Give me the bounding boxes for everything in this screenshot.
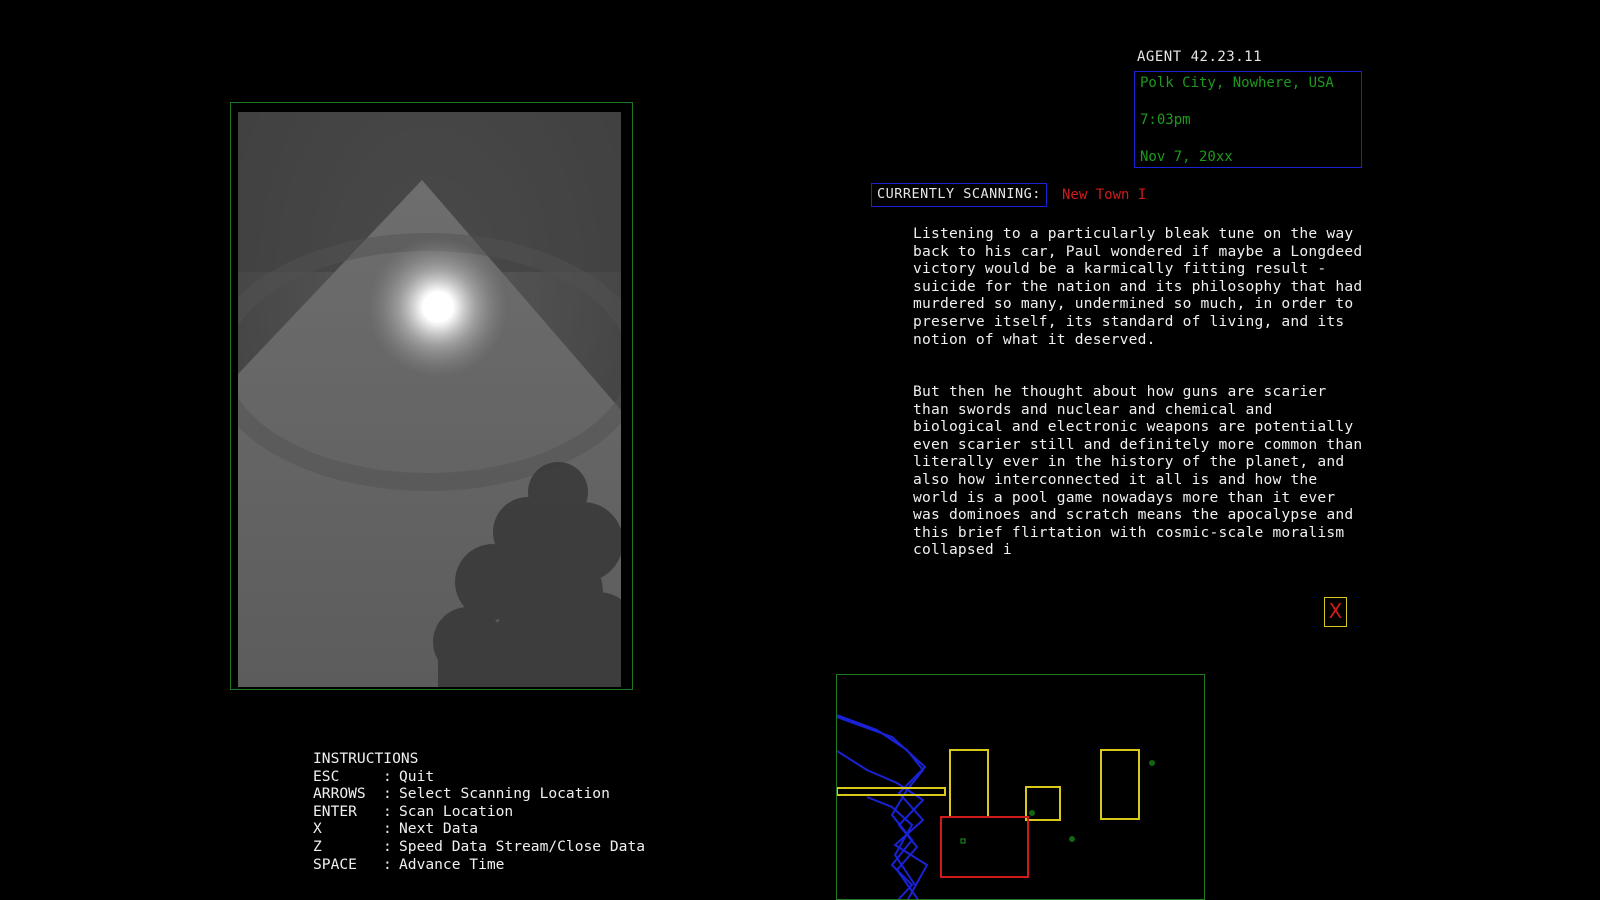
currently-scanning-label: CURRENTLY SCANNING: xyxy=(871,183,1047,207)
route-lines xyxy=(837,714,929,899)
instruction-key: SPACE xyxy=(313,855,357,873)
instruction-key: ENTER xyxy=(313,802,357,820)
scan-photo-frame xyxy=(230,102,633,690)
map-selected-location[interactable] xyxy=(940,816,1029,878)
scan-photo xyxy=(238,112,621,687)
map-road-block[interactable] xyxy=(837,787,946,796)
map-building[interactable] xyxy=(949,749,989,818)
agent-header: AGENT 42.23.11 xyxy=(1137,49,1262,65)
instruction-action: Scan Location xyxy=(399,802,514,820)
agent-info-box: Polk City, Nowhere, USA 7:03pm Nov 7, 20… xyxy=(1134,71,1362,168)
instruction-key: Z xyxy=(313,837,322,855)
city-map-canvas xyxy=(837,714,1155,899)
story-paragraph-2: But then he thought about how guns are s… xyxy=(913,383,1363,559)
map-marker xyxy=(960,838,966,844)
instruction-action: Quit xyxy=(399,767,435,785)
map-dot xyxy=(1069,836,1075,842)
story-paragraph-1: Listening to a particularly bleak tune o… xyxy=(913,225,1363,348)
instruction-key: ARROWS xyxy=(313,785,366,803)
agent-id: 42.23.11 xyxy=(1190,49,1263,65)
instruction-action: Advance Time xyxy=(399,855,505,873)
instruction-row: ENTER: Scan Location xyxy=(313,802,514,820)
instruction-row: Z: Speed Data Stream/Close Data xyxy=(313,837,646,855)
map-dot xyxy=(1149,760,1155,766)
scanning-location: New Town I xyxy=(1062,187,1147,203)
instruction-action: Next Data xyxy=(399,820,479,838)
map-dot xyxy=(1029,810,1035,816)
instruction-row: SPACE: Advance Time xyxy=(313,855,505,873)
agent-time: 7:03pm xyxy=(1140,112,1191,128)
instruction-action: Select Scanning Location xyxy=(399,785,610,803)
city-map[interactable] xyxy=(836,674,1205,900)
close-data-button[interactable]: X xyxy=(1324,597,1347,627)
instruction-row: ARROWS: Select Scanning Location xyxy=(313,785,610,803)
agent-location: Polk City, Nowhere, USA xyxy=(1140,75,1334,91)
instructions-title: INSTRUCTIONS xyxy=(313,750,419,767)
instructions-panel: INSTRUCTIONS ESC: Quit ARROWS: Select Scan… xyxy=(313,750,645,873)
instruction-row: ESC: Quit xyxy=(313,767,435,785)
instruction-row: X: Next Data xyxy=(313,820,479,838)
map-building[interactable] xyxy=(1100,749,1140,820)
instruction-action: Speed Data Stream/Close Data xyxy=(399,837,646,855)
agent-label: AGENT xyxy=(1137,49,1182,65)
instruction-key: X xyxy=(313,820,322,838)
agent-date: Nov 7, 20xx xyxy=(1140,149,1233,165)
night-sky-image xyxy=(238,112,621,687)
instruction-key: ESC xyxy=(313,767,340,785)
